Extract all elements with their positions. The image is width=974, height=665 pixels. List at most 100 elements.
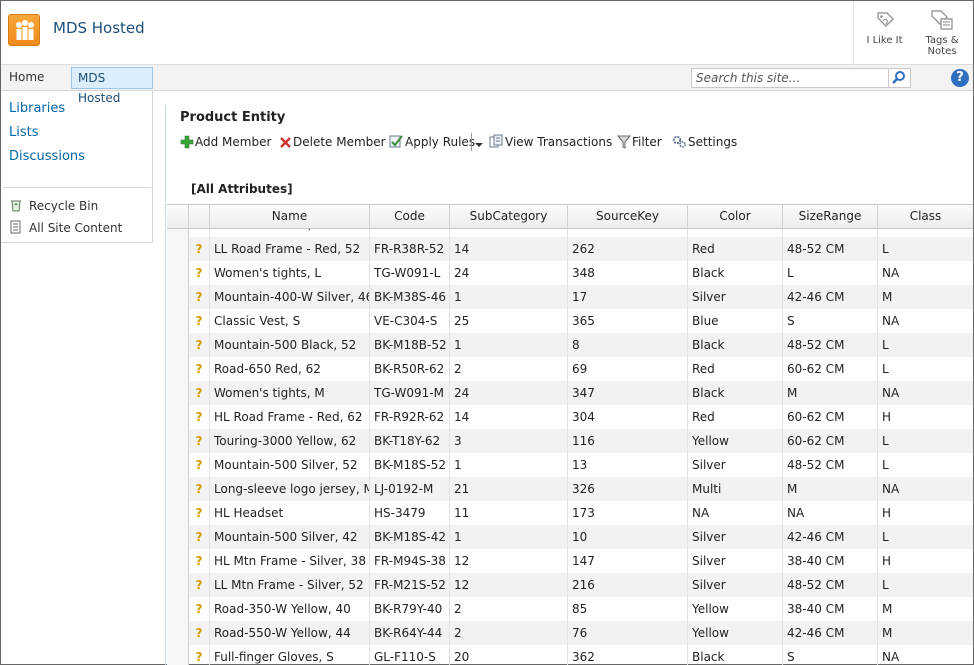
cell-color[interactable]: Multi <box>688 477 783 501</box>
column-header-code[interactable]: Code <box>370 205 450 229</box>
cell-sourcekey[interactable]: 365 <box>568 309 688 333</box>
cell-sizerange[interactable]: 60-62 CM <box>783 429 878 453</box>
cell-subcategory[interactable]: 1 <box>450 333 568 357</box>
cell-name[interactable]: Road-650 Red, 62 <box>210 357 370 381</box>
cell-sourcekey[interactable]: 10 <box>568 525 688 549</box>
table-row[interactable]: ? LL Road Frame - Red, 52 FR-R38R-52 14 262 R… <box>167 237 973 261</box>
cell-subcategory[interactable]: 25 <box>450 309 568 333</box>
leftnav-lists[interactable]: Lists <box>9 125 39 140</box>
cell-subcategory[interactable]: 1 <box>450 285 568 309</box>
cell-subcategory[interactable]: 2 <box>450 357 568 381</box>
i-like-it-button[interactable]: I Like It <box>853 1 915 65</box>
cell-color[interactable]: Yellow <box>688 429 783 453</box>
cell-class[interactable]: L <box>878 429 973 453</box>
cell-color[interactable]: Black <box>688 381 783 405</box>
search-button[interactable] <box>889 68 911 88</box>
cell-sourcekey[interactable]: 216 <box>568 573 688 597</box>
cell-class[interactable]: H <box>878 549 973 573</box>
cell-sourcekey[interactable]: 347 <box>568 381 688 405</box>
cell-name[interactable]: Road-350-W Yellow, 40 <box>210 597 370 621</box>
add-member-button[interactable]: Add Member <box>180 133 271 151</box>
cell-sizerange[interactable]: M <box>783 477 878 501</box>
cell-class[interactable]: L <box>878 453 973 477</box>
table-row[interactable]: ? Mountain-400-W Silver, 46 BK-M38S-46 1 17 S… <box>167 285 973 309</box>
cell-subcategory[interactable]: 3 <box>450 429 568 453</box>
cell-sizerange[interactable]: 38-40 CM <box>783 597 878 621</box>
cell-sourcekey[interactable]: 147 <box>568 549 688 573</box>
cell-color[interactable]: Red <box>688 357 783 381</box>
column-header-name[interactable]: Name <box>210 205 370 229</box>
cell-sizerange[interactable]: 42-46 CM <box>783 285 878 309</box>
leftnav-libraries[interactable]: Libraries <box>9 101 65 116</box>
cell-sizerange[interactable]: 48-52 CM <box>783 333 878 357</box>
cell-name[interactable]: HL Road Frame - Red, 62 <box>210 405 370 429</box>
cell-code[interactable]: BK-R50R-62 <box>370 357 450 381</box>
cell-color[interactable]: Yellow <box>688 621 783 645</box>
nav-mds-hosted[interactable]: MDS Hosted <box>71 67 153 105</box>
cell-color[interactable]: Silver <box>688 525 783 549</box>
column-header-sourcekey[interactable]: SourceKey <box>568 205 688 229</box>
cell-code[interactable]: FR-R38R-52 <box>370 237 450 261</box>
cell-sourcekey[interactable]: 69 <box>568 357 688 381</box>
apply-rules-dropdown[interactable] <box>471 133 484 151</box>
cell-name[interactable]: LL Road Frame - Red, 52 <box>210 237 370 261</box>
cell-subcategory[interactable]: 11 <box>450 501 568 525</box>
column-header-color[interactable]: Color <box>688 205 783 229</box>
cell-class[interactable]: M <box>878 597 973 621</box>
cell-sourcekey[interactable]: 304 <box>568 405 688 429</box>
table-row[interactable]: ? Mountain-500 Silver, 52 BK-M18S-52 1 13 Sil… <box>167 453 973 477</box>
site-title[interactable]: MDS Hosted <box>53 19 145 37</box>
site-logo-icon[interactable] <box>8 14 40 46</box>
cell-subcategory[interactable]: 12 <box>450 549 568 573</box>
cell-name[interactable]: HL Headset <box>210 501 370 525</box>
cell-sourcekey[interactable]: 116 <box>568 429 688 453</box>
cell-sizerange[interactable]: NA <box>783 501 878 525</box>
cell-class[interactable]: NA <box>878 645 973 665</box>
table-row[interactable]: ? Road-650 Red, 62 BK-R50R-62 2 69 Red 60-62 C… <box>167 357 973 381</box>
cell-class[interactable]: H <box>878 405 973 429</box>
cell-sizerange[interactable]: 60-62 CM <box>783 405 878 429</box>
cell-sizerange[interactable]: 48-52 CM <box>783 573 878 597</box>
cell-class[interactable]: L <box>878 573 973 597</box>
cell-color[interactable]: Silver <box>688 453 783 477</box>
table-row[interactable]: ? Full-finger Gloves, S GL-F110-S 20 362 Blac… <box>167 645 973 665</box>
cell-class[interactable]: NA <box>878 261 973 285</box>
cell-sizerange[interactable]: 48-52 CM <box>783 453 878 477</box>
cell-color[interactable]: Red <box>688 405 783 429</box>
cell-sizerange[interactable]: S <box>783 309 878 333</box>
cell-subcategory[interactable]: 1 <box>450 453 568 477</box>
cell-subcategory[interactable]: 14 <box>450 405 568 429</box>
table-row[interactable]: ? HL Road Frame - Red, 62 FR-R92R-62 14 304 R… <box>167 405 973 429</box>
cell-subcategory[interactable]: 12 <box>450 573 568 597</box>
table-row[interactable]: ? HL Mtn Frame - Silver, 38 FR-M94S-38 12 14… <box>167 549 973 573</box>
table-row[interactable]: ? Road-350-W Yellow, 40 BK-R79Y-40 2 85 Yello… <box>167 597 973 621</box>
cell-name[interactable]: Women's tights, M <box>210 381 370 405</box>
settings-button[interactable]: Settings <box>672 133 737 151</box>
column-header-sizerange[interactable]: SizeRange <box>783 205 878 229</box>
cell-subcategory[interactable]: 24 <box>450 261 568 285</box>
cell-sizerange[interactable]: 38-40 CM <box>783 549 878 573</box>
cell-sizerange[interactable]: M <box>783 381 878 405</box>
cell-sourcekey[interactable]: 85 <box>568 597 688 621</box>
cell-subcategory[interactable]: 1 <box>450 525 568 549</box>
cell-code[interactable]: VE-C304-S <box>370 309 450 333</box>
cell-code[interactable]: FR-M94S-38 <box>370 549 450 573</box>
table-row[interactable]: ? LL Mtn Frame - Silver, 52 FR-M21S-52 12 21… <box>167 573 973 597</box>
cell-class[interactable]: H <box>878 501 973 525</box>
cell-class[interactable]: NA <box>878 477 973 501</box>
table-row[interactable]: ? Mountain-500 Silver, 42 BK-M18S-42 1 10 Sil… <box>167 525 973 549</box>
cell-code[interactable]: FR-R92R-62 <box>370 405 450 429</box>
table-row[interactable]: ? Road-550-W Yellow, 44 BK-R64Y-44 2 76 Yello… <box>167 621 973 645</box>
cell-class[interactable]: NA <box>878 381 973 405</box>
cell-subcategory[interactable]: 21 <box>450 477 568 501</box>
recycle-bin-link[interactable]: Recycle Bin <box>9 198 98 213</box>
table-row[interactable]: ? Women's tights, L TG-W091-L 24 348 Black L NA <box>167 261 973 285</box>
cell-class[interactable]: NA <box>878 309 973 333</box>
cell-name[interactable]: Mountain-500 Silver, 42 <box>210 525 370 549</box>
table-row[interactable]: ? HL Headset HS-3479 11 173 NA NA H <box>167 501 973 525</box>
cell-sourcekey[interactable]: 173 <box>568 501 688 525</box>
cell-subcategory[interactable]: 20 <box>450 645 568 665</box>
filter-button[interactable]: Filter <box>616 133 662 151</box>
cell-code[interactable]: FR-M21S-52 <box>370 573 450 597</box>
cell-sizerange[interactable]: 42-46 CM <box>783 525 878 549</box>
